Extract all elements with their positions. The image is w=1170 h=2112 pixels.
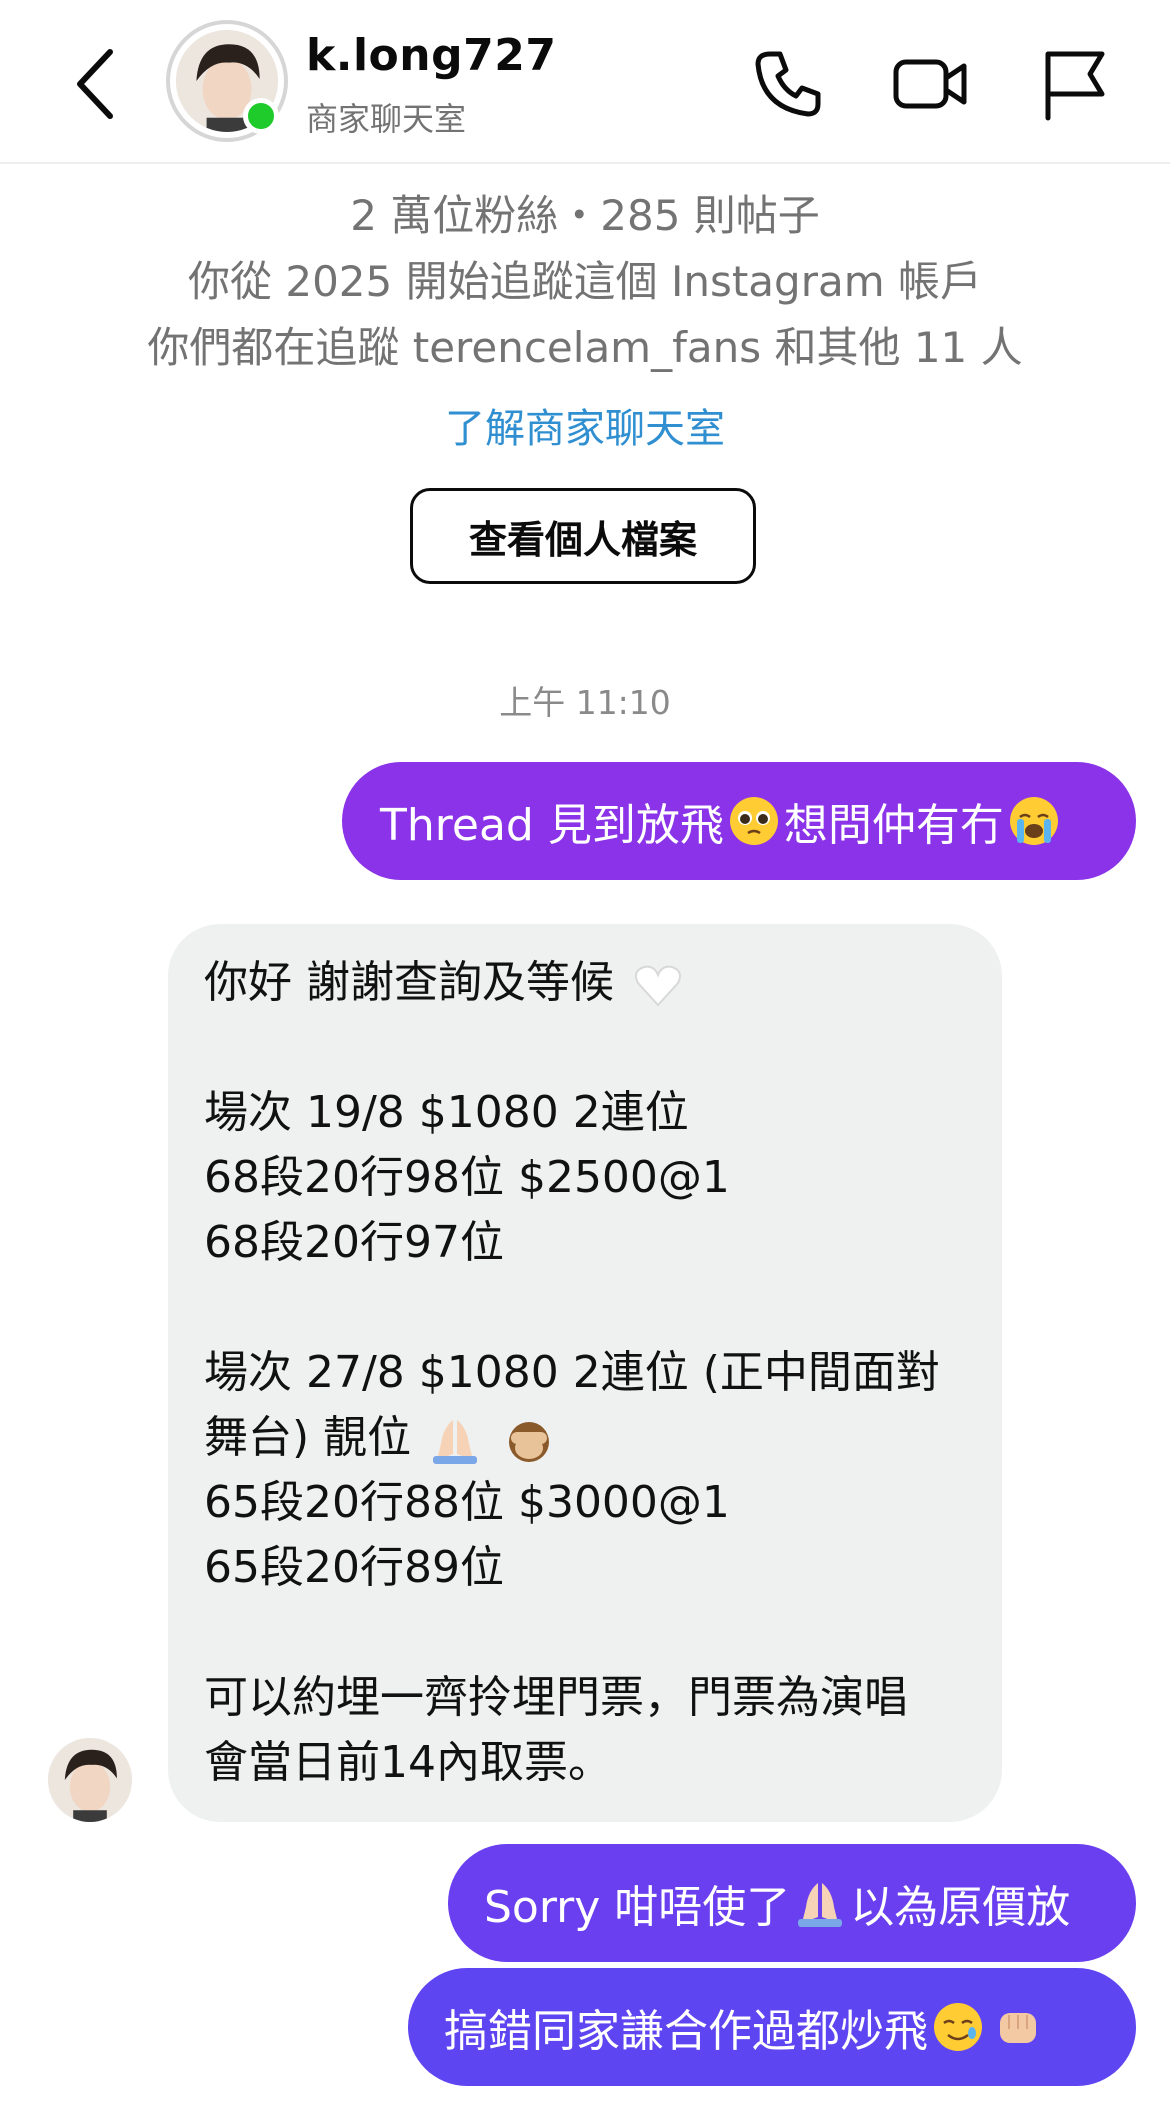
outgoing-message-1[interactable]: Thread 見到放飛 想問仲有冇	[342, 762, 1136, 880]
message-text: Sorry 咁唔使了	[484, 1882, 791, 1933]
message-line: 65段20行89位	[204, 1542, 504, 1593]
learn-business-chat-link[interactable]: 了解商家聊天室	[0, 396, 1170, 454]
pleading-face-emoji	[729, 797, 778, 845]
online-status-dot	[243, 98, 279, 134]
incoming-message[interactable]: 你好 謝謝查詢及等候 場次 19/8 $1080 2連位 68段20行98位 $…	[168, 924, 1002, 1822]
chat-header: k.long727 商家聊天室	[0, 0, 1170, 164]
crying-face-emoji	[1009, 797, 1058, 845]
outgoing-message-2[interactable]: Sorry 咁唔使了 以為原價放	[448, 1844, 1136, 1962]
message-line: 場次 19/8 $1080 2連位	[204, 1087, 689, 1138]
message-line: 會當日前14內取票。	[204, 1737, 612, 1788]
video-icon[interactable]	[890, 44, 970, 124]
message-timestamp: 上午 11:10	[499, 683, 671, 722]
message-line: 舞台) 靚位	[204, 1405, 966, 1470]
message-text: 搞錯同家謙合作過都炒飛	[444, 2006, 928, 2057]
flag-icon[interactable]	[1034, 44, 1114, 124]
sender-avatar[interactable]	[48, 1738, 132, 1822]
message-text: 想問仲有冇	[783, 800, 1004, 851]
smiling-face-with-tear-emoji	[934, 2003, 982, 2051]
phone-icon[interactable]	[748, 44, 828, 124]
white-heart-emoji	[635, 965, 681, 1007]
message-line: 你好 謝謝查詢及等候	[204, 950, 966, 1015]
message-text: 你好 謝謝查詢及等候	[204, 957, 614, 1008]
message-text: 舞台) 靚位	[204, 1412, 412, 1463]
chat-username[interactable]: k.long727	[306, 30, 556, 81]
message-line: 68段20行97位	[204, 1217, 504, 1268]
follow-since-text: 你從 2025 開始追蹤這個 Instagram 帳戶	[188, 257, 982, 306]
message-line: 68段20行98位 $2500@1	[204, 1152, 730, 1203]
message-line: 可以約埋一齊拎埋門票，門票為演唱	[204, 1672, 908, 1723]
oncoming-fist-emoji	[1000, 2013, 1036, 2043]
view-profile-button[interactable]: 查看個人檔案	[410, 488, 756, 584]
chevron-left-icon[interactable]	[66, 44, 126, 124]
message-text: 以為原價放	[850, 1882, 1071, 1933]
chat-subtitle: 商家聊天室	[306, 100, 467, 138]
mutual-followers-text: 你們都在追蹤 terencelam_fans 和其他 11 人	[147, 323, 1023, 372]
see-no-evil-monkey-emoji	[509, 1422, 550, 1462]
folded-hands-emoji	[798, 1883, 843, 1927]
outgoing-message-3[interactable]: 搞錯同家謙合作過都炒飛	[408, 1968, 1136, 2086]
message-line: 65段20行88位 $3000@1	[204, 1477, 730, 1528]
profile-stats: 2 萬位粉絲・285 則帖子	[350, 191, 820, 240]
folded-hands-emoji	[433, 1420, 478, 1464]
message-line: 場次 27/8 $1080 2連位 (正中間面對	[204, 1347, 940, 1398]
message-text: Thread 見到放飛	[380, 800, 724, 851]
